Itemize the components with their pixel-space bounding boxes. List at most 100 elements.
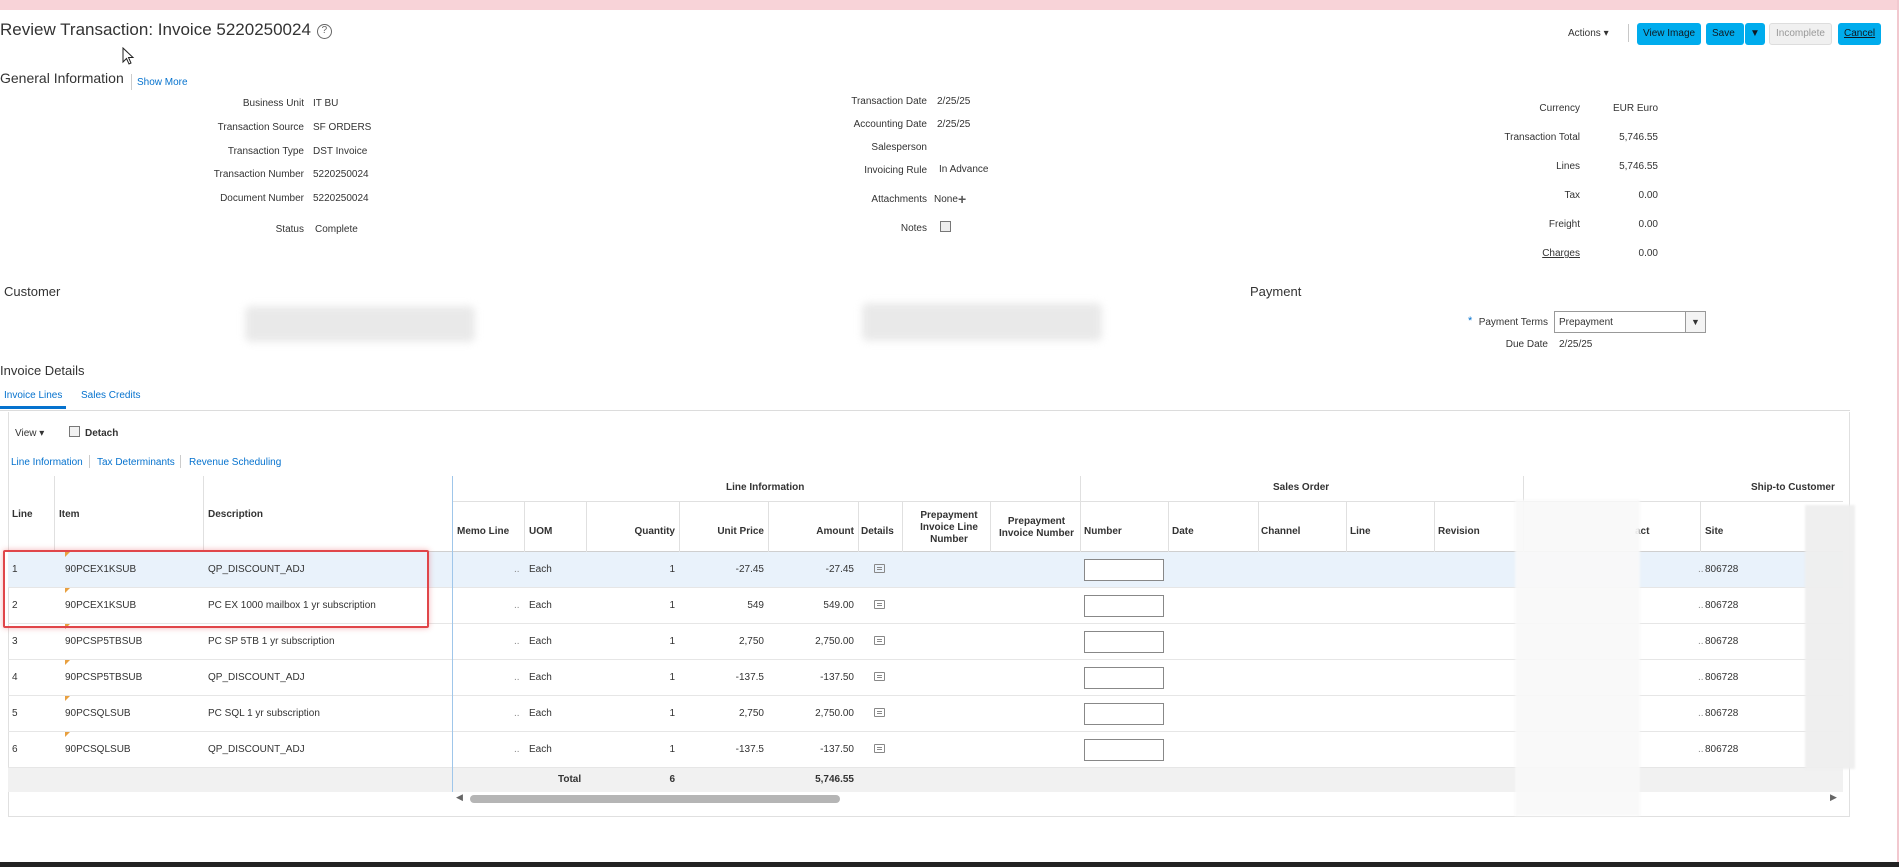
scroll-right-icon[interactable]: ▶ xyxy=(1830,792,1837,803)
cell-memo-line[interactable]: .. xyxy=(514,588,520,624)
cell-unit-price: -27.45 xyxy=(735,564,764,575)
cell-memo-line[interactable]: .. xyxy=(514,732,520,768)
sales-order-number-input[interactable] xyxy=(1084,703,1164,725)
col-so-channel-header[interactable]: Channel xyxy=(1261,526,1300,537)
transaction-source-label: Transaction Source xyxy=(217,122,304,133)
tab-invoice-lines[interactable]: Invoice Lines xyxy=(0,390,67,409)
tab-sales-credits[interactable]: Sales Credits xyxy=(81,390,140,401)
sales-order-number-input[interactable] xyxy=(1084,739,1164,761)
col-memo-line-header[interactable]: Memo Line xyxy=(457,526,509,537)
cell-memo-line[interactable]: .. xyxy=(514,696,520,732)
help-icon[interactable]: ? xyxy=(316,24,332,39)
col-item-header[interactable]: Item xyxy=(59,509,80,520)
status-value-link[interactable]: Complete xyxy=(315,224,358,235)
chevron-down-icon[interactable]: ▼ xyxy=(1685,312,1705,332)
divider xyxy=(858,501,859,552)
payment-terms-value: Prepayment xyxy=(1559,317,1613,328)
save-button[interactable]: Save xyxy=(1706,23,1744,45)
details-icon[interactable] xyxy=(874,564,885,573)
invoice-details-heading: Invoice Details xyxy=(0,363,85,378)
col-so-number-header[interactable]: Number xyxy=(1084,526,1122,537)
actions-menu[interactable]: Actions ▾ xyxy=(1568,28,1609,39)
col-amount-header[interactable]: Amount xyxy=(772,526,854,537)
cell-item-text: 90PCSQLSUB xyxy=(65,744,131,755)
divider xyxy=(679,501,680,552)
details-icon[interactable] xyxy=(874,672,885,681)
freight-label: Freight xyxy=(1548,219,1580,230)
accounting-date-value: 2/25/25 xyxy=(937,119,971,130)
transaction-type-value: DST Invoice xyxy=(313,146,368,157)
cell-contact-partial: .. xyxy=(1698,600,1704,611)
notes-icon[interactable] xyxy=(940,221,951,232)
col-site-header[interactable]: Site xyxy=(1705,526,1723,537)
customer-redacted-block xyxy=(245,306,475,342)
cancel-button[interactable]: Cancel xyxy=(1838,23,1882,45)
cell-details[interactable] xyxy=(874,660,885,696)
flag-icon xyxy=(65,660,70,665)
show-more-link[interactable]: Show More xyxy=(137,77,188,88)
chevron-down-icon: ▾ xyxy=(1603,28,1609,39)
cell-amount: -137.50 xyxy=(820,744,854,755)
sales-order-number-input[interactable] xyxy=(1084,667,1164,689)
add-attachment-icon[interactable]: + xyxy=(958,191,966,207)
detach-icon[interactable] xyxy=(69,426,80,437)
highlight-annotation-box xyxy=(3,550,429,628)
scroll-left-icon[interactable]: ◀ xyxy=(456,792,463,803)
cell-line: 4 xyxy=(12,672,18,683)
view-image-button[interactable]: View Image xyxy=(1637,23,1702,45)
cell-memo-line[interactable]: .. xyxy=(514,660,520,696)
divider xyxy=(131,74,132,90)
charges-label-link[interactable]: Charges xyxy=(1430,248,1580,259)
col-so-date-header[interactable]: Date xyxy=(1172,526,1194,537)
cell-item: 90PCSQLSUB xyxy=(65,732,131,768)
incomplete-button[interactable]: Incomplete xyxy=(1769,23,1832,45)
col-details-header[interactable]: Details xyxy=(861,526,894,537)
subtab-line-information[interactable]: Line Information xyxy=(11,457,83,468)
col-so-revision-header[interactable]: Revision xyxy=(1438,526,1480,537)
freight-value-link[interactable]: 0.00 xyxy=(1600,219,1658,230)
document-number-label: Document Number xyxy=(220,193,304,204)
due-date-label: Due Date xyxy=(1505,339,1548,350)
col-unit-price-header[interactable]: Unit Price xyxy=(683,526,764,537)
sales-order-number-input[interactable] xyxy=(1084,595,1164,617)
horizontal-scrollbar-thumb[interactable] xyxy=(470,795,840,803)
details-icon[interactable] xyxy=(874,600,885,609)
cell-amount: 2,750.00 xyxy=(815,636,854,647)
details-icon[interactable] xyxy=(874,708,885,717)
divider xyxy=(524,501,525,552)
col-description-header[interactable]: Description xyxy=(208,509,263,520)
cell-details[interactable] xyxy=(874,624,885,660)
cell-item: 90PCSP5TBSUB xyxy=(65,660,142,696)
cell-description: QP_DISCOUNT_ADJ xyxy=(208,744,305,755)
subtab-tax-determinants[interactable]: Tax Determinants xyxy=(97,457,175,468)
sales-order-number-input[interactable] xyxy=(1084,631,1164,653)
details-icon[interactable] xyxy=(874,636,885,645)
cell-details[interactable] xyxy=(874,732,885,768)
col-uom-header[interactable]: UOM xyxy=(529,526,552,537)
page-title: Review Transaction: Invoice 5220250024? xyxy=(0,20,332,40)
cell-memo-line[interactable]: .. xyxy=(514,624,520,660)
ship-to-redacted-block xyxy=(1515,500,1640,816)
detach-button[interactable]: Detach xyxy=(85,428,118,439)
tax-value-link[interactable]: 0.00 xyxy=(1600,190,1658,201)
save-dropdown-button[interactable]: ▼ xyxy=(1745,23,1765,45)
cell-details[interactable] xyxy=(874,552,885,588)
details-icon[interactable] xyxy=(874,744,885,753)
sales-order-number-input[interactable] xyxy=(1084,559,1164,581)
col-prepay-line-header[interactable]: Prepayment Invoice Line Number xyxy=(906,510,992,546)
cell-details[interactable] xyxy=(874,588,885,624)
salesperson-label: Salesperson xyxy=(871,142,927,153)
cell-details[interactable] xyxy=(874,696,885,732)
payment-terms-select[interactable]: Prepayment ▼ xyxy=(1554,311,1706,333)
cell-site: 806728 xyxy=(1705,600,1739,611)
subtab-revenue-scheduling[interactable]: Revenue Scheduling xyxy=(189,457,281,468)
view-menu[interactable]: View ▾ xyxy=(15,428,44,439)
invoicing-rule-label: Invoicing Rule xyxy=(864,165,927,176)
col-line-header[interactable]: Line xyxy=(12,509,33,520)
cell-memo-line[interactable]: .. xyxy=(514,552,520,588)
cell-line: 5 xyxy=(12,708,18,719)
business-unit-value: IT BU xyxy=(313,98,339,109)
col-prepay-number-header[interactable]: Prepayment Invoice Number xyxy=(994,516,1079,540)
col-quantity-header[interactable]: Quantity xyxy=(590,526,675,537)
col-so-line-header[interactable]: Line xyxy=(1350,526,1371,537)
